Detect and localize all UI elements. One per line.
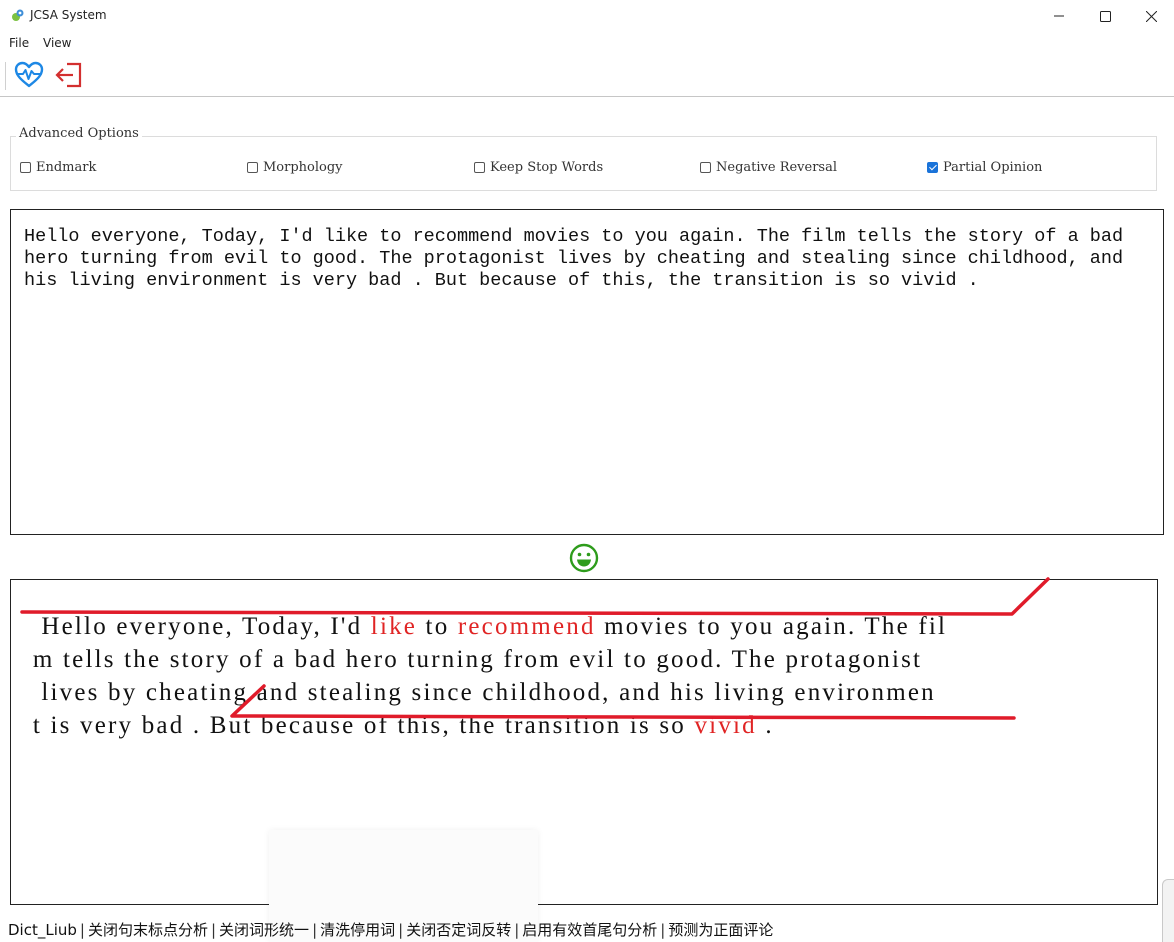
option-negative-reversal[interactable]: Negative Reversal (700, 160, 837, 175)
status-morphology: 关闭词形统一 (219, 921, 310, 939)
minimize-icon (1054, 15, 1064, 17)
option-endmark[interactable]: Endmark (20, 160, 96, 175)
app-logo-icon (12, 9, 24, 21)
scroll-handle[interactable] (1162, 879, 1174, 942)
status-dict: Dict_Liub (8, 921, 77, 939)
endmark-checkbox[interactable] (20, 162, 31, 173)
minimize-button[interactable] (1036, 0, 1082, 32)
keep-stop-words-checkbox[interactable] (474, 162, 485, 173)
toolbar (0, 54, 1174, 97)
status-bar: Dict_Liub | 关闭句末标点分析 | 关闭词形统一 | 清洗停用词 | 关闭否定词反转 |… (8, 921, 774, 939)
option-morphology[interactable]: Morphology (247, 160, 343, 175)
option-label: Morphology (263, 160, 343, 175)
close-button[interactable] (1128, 0, 1174, 32)
option-keep-stop-words[interactable]: Keep Stop Words (474, 160, 603, 175)
output-segment: . (756, 712, 774, 739)
maximize-button[interactable] (1082, 0, 1128, 32)
advanced-options-legend: Advanced Options (16, 126, 142, 141)
option-label: Partial Opinion (943, 160, 1043, 175)
toolbar-grip (5, 62, 6, 90)
maximize-icon (1099, 10, 1111, 22)
highlight-word: vivid (694, 712, 757, 739)
menu-bar (0, 32, 1174, 54)
exit-icon[interactable] (53, 59, 85, 91)
status-stopwords: 清洗停用词 (320, 921, 396, 939)
partial-opinion-checkbox[interactable] (927, 162, 938, 173)
negative-reversal-checkbox[interactable] (700, 162, 711, 173)
option-label: Endmark (36, 160, 97, 175)
input-text: Hello everyone, Today, I'd like to recom… (24, 226, 1135, 291)
output-line-4: t is very bad . But because of this, the… (16, 684, 774, 740)
status-prediction: 预测为正面评论 (668, 921, 774, 939)
smiley-icon (569, 543, 599, 573)
close-icon (1145, 10, 1157, 22)
status-partial-opinion: 启用有效首尾句分析 (522, 921, 658, 939)
menu-view[interactable]: View (43, 36, 71, 50)
output-segment: t is very bad . But because of this, the… (32, 712, 695, 739)
menu-file[interactable]: File (9, 36, 29, 50)
heart-pulse-icon[interactable] (13, 59, 45, 91)
status-endmark: 关闭句末标点分析 (87, 921, 208, 939)
title-bar (0, 0, 1174, 32)
window-title: JCSA System (30, 8, 107, 22)
option-label: Keep Stop Words (490, 160, 604, 175)
morphology-checkbox[interactable] (247, 162, 258, 173)
option-partial-opinion[interactable]: Partial Opinion (927, 160, 1042, 175)
option-label: Negative Reversal (716, 160, 838, 175)
status-negation: 关闭否定词反转 (406, 921, 512, 939)
